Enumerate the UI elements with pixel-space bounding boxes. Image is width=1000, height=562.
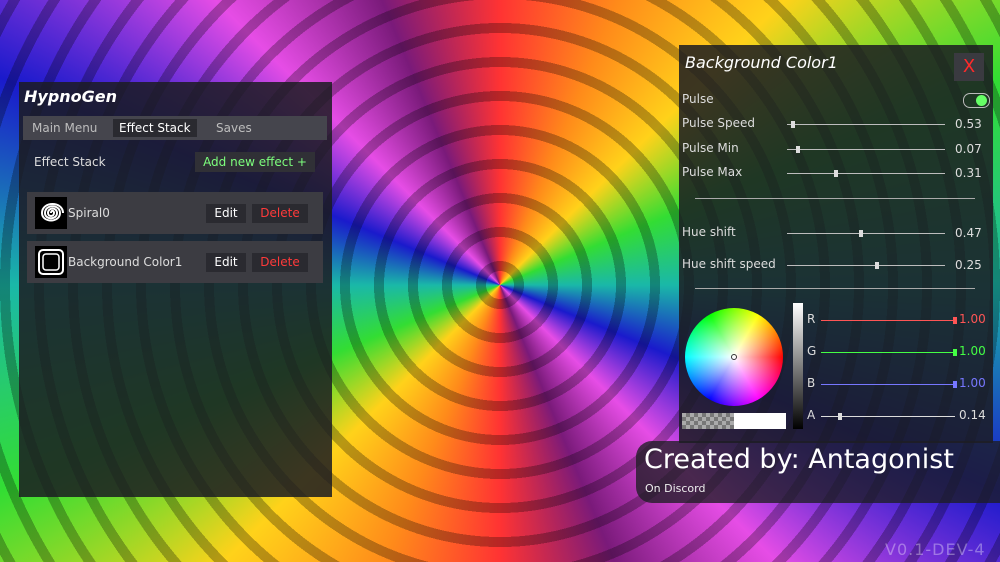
channel-slider[interactable] <box>821 413 955 420</box>
edit-button[interactable]: Edit <box>206 204 246 223</box>
credit-text: Created by: Antagonist <box>644 444 954 475</box>
slider-track[interactable] <box>787 230 945 237</box>
effect-row-spiral[interactable]: Spiral0 Edit Delete <box>27 192 323 234</box>
close-button[interactable]: X <box>954 53 984 81</box>
pulse-toggle[interactable] <box>963 93 990 108</box>
channel-label: G <box>807 344 817 358</box>
channel-label: R <box>807 312 816 326</box>
slider-handle[interactable] <box>834 170 838 177</box>
slider-label: Hue shift <box>682 225 736 239</box>
effect-row-background-color[interactable]: Background Color1 Edit Delete <box>27 241 323 283</box>
tab-saves[interactable]: Saves <box>210 119 258 137</box>
slider-label: Pulse Min <box>682 141 739 155</box>
spiral-icon <box>35 197 67 229</box>
add-new-effect-button[interactable]: Add new effect + <box>195 152 315 172</box>
effect-settings-panel: Background Color1 X Pulse Pulse Speed 0.5… <box>679 45 993 443</box>
channel-label: B <box>807 376 816 390</box>
slider-handle[interactable] <box>859 230 864 237</box>
effect-stack-panel: HypnoGen Main Menu Effect Stack Saves Ef… <box>19 82 332 497</box>
edit-button[interactable]: Edit <box>206 253 246 272</box>
credit-subtext: On Discord <box>645 482 706 495</box>
tab-main-menu[interactable]: Main Menu <box>26 119 103 137</box>
slider-label: Pulse Max <box>682 165 743 179</box>
channel-label: A <box>807 408 816 422</box>
credit-banner: Created by: Antagonist On Discord <box>636 441 1000 503</box>
channel-handle[interactable] <box>953 349 957 356</box>
color-picker-dot[interactable] <box>731 354 737 360</box>
channel-value: 0.14 <box>959 408 986 422</box>
channel-slider[interactable] <box>821 381 957 388</box>
channel-value: 1.00 <box>959 376 986 390</box>
slider-value: 0.31 <box>955 166 982 180</box>
toggle-knob <box>976 95 987 106</box>
slider-track[interactable] <box>787 170 945 177</box>
delete-button[interactable]: Delete <box>252 204 308 223</box>
channel-slider[interactable] <box>821 349 957 356</box>
color-wheel[interactable] <box>685 308 783 406</box>
slider-value: 0.53 <box>955 117 982 131</box>
channel-slider[interactable] <box>821 317 957 324</box>
channel-value: 1.00 <box>959 344 986 358</box>
slider-track[interactable] <box>787 146 945 153</box>
square-frame-icon <box>35 246 67 278</box>
slider-track[interactable] <box>787 262 945 269</box>
slider-label: Pulse Speed <box>682 116 756 130</box>
channel-value: 1.00 <box>959 312 986 326</box>
effect-name: Spiral0 <box>68 206 110 220</box>
slider-handle[interactable] <box>796 146 801 153</box>
app-title: HypnoGen <box>24 87 118 106</box>
tab-effect-stack[interactable]: Effect Stack <box>113 119 197 137</box>
divider <box>695 288 975 289</box>
slider-value: 0.07 <box>955 142 982 156</box>
slider-track[interactable] <box>787 121 945 128</box>
channel-handle[interactable] <box>837 413 842 420</box>
channel-handle[interactable] <box>953 317 957 324</box>
brightness-slider[interactable] <box>793 303 803 429</box>
channel-handle[interactable] <box>953 381 957 388</box>
slider-handle[interactable] <box>791 121 796 128</box>
slider-value: 0.47 <box>955 226 982 240</box>
settings-title: Background Color1 <box>685 53 838 72</box>
pulse-label: Pulse <box>682 92 714 106</box>
version-label: V0.1-DEV-4 <box>885 540 986 559</box>
effect-stack-heading: Effect Stack <box>34 155 106 169</box>
slider-value: 0.25 <box>955 258 982 272</box>
slider-handle[interactable] <box>875 262 880 269</box>
alpha-preview-bar <box>682 413 786 429</box>
effect-name: Background Color1 <box>68 255 183 269</box>
delete-button[interactable]: Delete <box>252 253 308 272</box>
slider-label: Hue shift speed <box>682 257 776 271</box>
tab-bar: Main Menu Effect Stack Saves <box>23 116 327 140</box>
divider <box>695 198 975 199</box>
